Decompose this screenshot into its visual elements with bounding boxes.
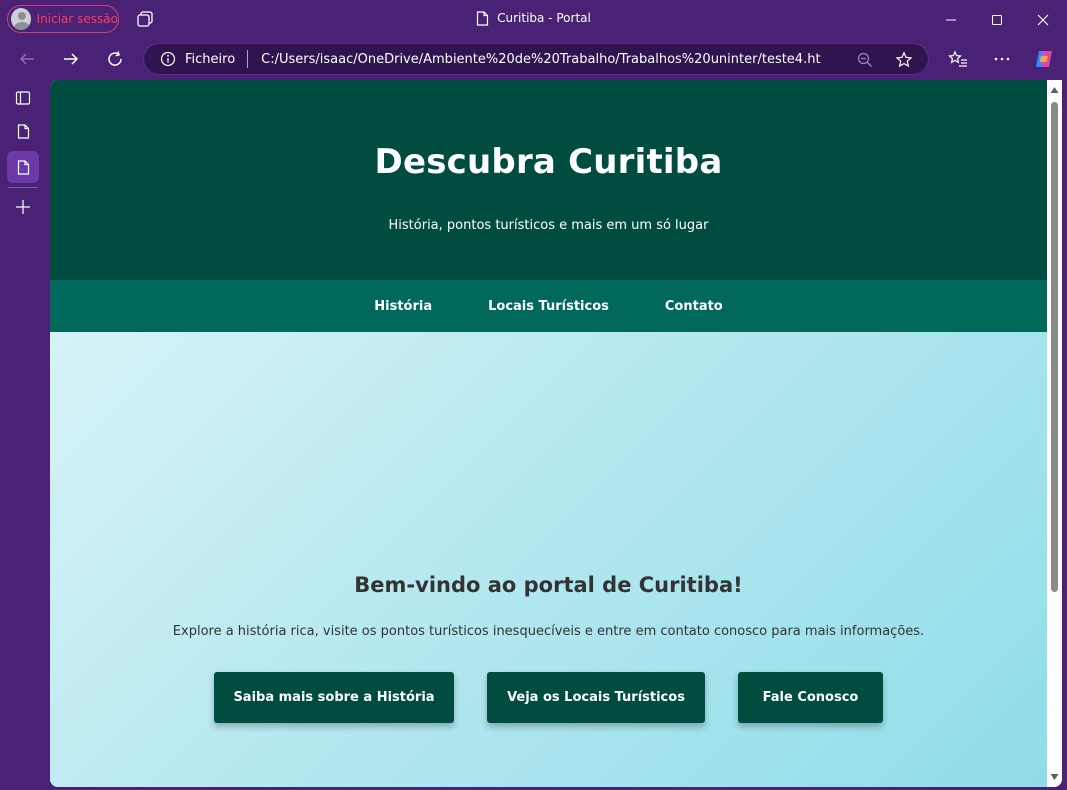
favorite-star-icon[interactable] (895, 51, 913, 69)
tab-title-area: Curitiba - Portal (0, 11, 1067, 26)
forward-arrow-icon (64, 53, 79, 65)
back-button[interactable] (15, 47, 39, 71)
close-button[interactable] (1020, 6, 1066, 34)
address-url[interactable]: C:/Users/isaac/OneDrive/Ambiente%20de%20… (261, 52, 821, 67)
historia-button[interactable]: Saiba mais sobre a História (214, 672, 454, 723)
vertical-tab-2-active[interactable] (7, 151, 39, 183)
new-tab-button[interactable] (7, 191, 39, 223)
zoom-icon[interactable] (856, 51, 874, 69)
maximize-icon (992, 15, 1002, 25)
workspaces-icon[interactable] (136, 10, 154, 28)
favorites-button[interactable] (946, 47, 970, 71)
refresh-button[interactable] (103, 47, 127, 71)
avatar (11, 8, 31, 30)
favorites-list-icon (948, 50, 967, 67)
nav-link-contato[interactable]: Contato (665, 299, 723, 314)
locais-turisticos-button[interactable]: Veja os Locais Turísticos (487, 672, 705, 723)
welcome-heading: Bem-vindo ao portal de Curitiba! (354, 573, 743, 597)
more-menu-button[interactable] (990, 47, 1014, 71)
back-arrow-icon (19, 53, 34, 65)
vertical-tab-1[interactable] (7, 115, 39, 147)
minimize-button[interactable] (928, 6, 974, 34)
address-separator (247, 50, 249, 68)
tab-title: Curitiba - Portal (497, 11, 591, 25)
maximize-button[interactable] (974, 6, 1020, 34)
plus-icon (16, 200, 30, 214)
address-site-label: Ficheiro (185, 51, 236, 67)
profile-label: Iniciar sessão (36, 12, 118, 26)
document-icon (17, 159, 29, 175)
scroll-up-arrow-icon[interactable] (1050, 86, 1059, 94)
tab-panel-icon (15, 91, 31, 105)
scroll-down-arrow-icon[interactable] (1050, 773, 1059, 781)
hero-header: Descubra Curitiba História, pontos turís… (50, 80, 1047, 280)
tab-actions-button[interactable] (7, 82, 39, 114)
welcome-text: Explore a história rica, visite os ponto… (172, 624, 925, 639)
info-icon[interactable] (160, 51, 176, 67)
scrollbar-thumb[interactable] (1051, 102, 1058, 592)
nav-link-locais-turisticos[interactable]: Locais Turísticos (488, 299, 609, 314)
vertical-tabs-sidebar (0, 80, 46, 790)
page-viewport: Descubra Curitiba História, pontos turís… (50, 80, 1062, 787)
copilot-icon (1036, 51, 1052, 67)
vertical-scrollbar[interactable] (1047, 80, 1062, 787)
cta-buttons: Saiba mais sobre a História Veja os Loca… (50, 672, 1047, 723)
forward-button[interactable] (59, 47, 83, 71)
document-icon (477, 11, 489, 26)
welcome-section: Bem-vindo ao portal de Curitiba! Explore… (50, 332, 1047, 787)
main-nav: História Locais Turísticos Contato (50, 280, 1047, 332)
title-bar: Iniciar sessão Curitiba - Portal (0, 0, 1067, 38)
fale-conosco-button[interactable]: Fale Conosco (738, 672, 883, 723)
address-bar[interactable]: Ficheiro C:/Users/isaac/OneDrive/Ambient… (143, 43, 929, 75)
ellipsis-icon (994, 57, 1010, 61)
document-icon (17, 123, 29, 139)
sidebar-divider (8, 187, 38, 188)
copilot-button[interactable] (1032, 47, 1056, 71)
nav-link-historia[interactable]: História (374, 299, 432, 314)
profile-button[interactable]: Iniciar sessão (7, 5, 119, 33)
minimize-icon (946, 19, 956, 21)
refresh-icon (108, 51, 122, 66)
close-icon (1037, 14, 1049, 26)
page-subtitle: História, pontos turísticos e mais em um… (388, 218, 709, 233)
web-page: Descubra Curitiba História, pontos turís… (50, 80, 1047, 787)
toolbar: Ficheiro C:/Users/isaac/OneDrive/Ambient… (0, 38, 1067, 80)
page-title: Descubra Curitiba (374, 142, 723, 182)
